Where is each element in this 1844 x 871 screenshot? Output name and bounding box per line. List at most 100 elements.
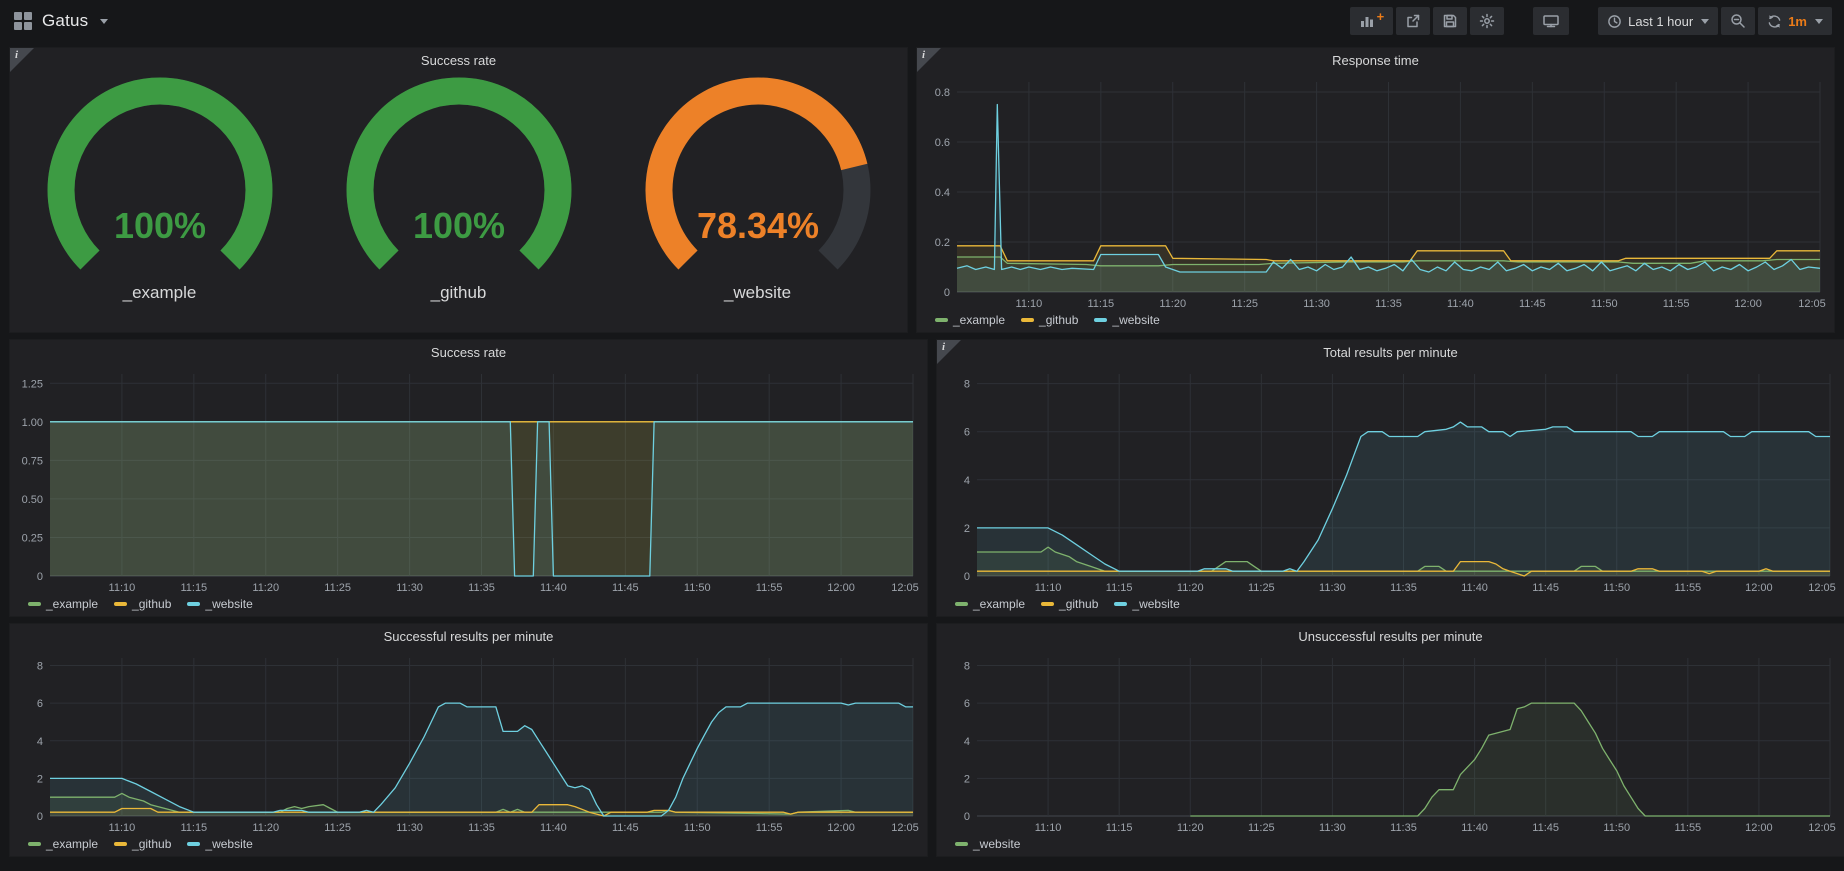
chart-legend: _website [941,834,1838,854]
plus-icon: + [1377,12,1385,22]
panel-info-icon[interactable] [10,48,34,72]
chart-legend: _example _github _website [921,310,1828,330]
svg-text:0.8: 0.8 [935,87,950,99]
legend-item-_website[interactable]: _website [187,837,252,851]
svg-text:6: 6 [37,698,43,710]
legend-label: _website [1112,313,1159,327]
gauge-website: 78.34% _website [632,76,884,303]
svg-text:0.50: 0.50 [22,494,43,506]
svg-text:12:00: 12:00 [1745,582,1773,594]
svg-text:11:25: 11:25 [324,582,351,594]
legend-item-_github[interactable]: _github [114,597,171,611]
gauge-value: 78.34% [696,205,818,246]
legend-label: _example [953,313,1005,327]
legend-label: _example [973,597,1025,611]
time-range-button[interactable]: Last 1 hour [1598,7,1718,35]
panel-info-icon[interactable] [917,48,941,72]
svg-text:11:50: 11:50 [1591,298,1618,310]
panel-title[interactable]: Success rate [10,340,927,366]
legend-item-_website[interactable]: _website [187,597,252,611]
panel-successful-results: Successful results per minute 0246811:10… [9,623,928,857]
legend-label: _github [1039,313,1078,327]
time-series-plot[interactable]: 0246811:1011:1511:2011:2511:3011:3511:40… [941,650,1838,836]
svg-text:11:55: 11:55 [1663,298,1690,310]
chart-legend: _example _github _website [941,594,1838,614]
svg-text:11:45: 11:45 [612,822,639,834]
caret-down-icon [1815,19,1823,24]
svg-text:11:30: 11:30 [396,822,423,834]
gauge-arc: 100% [333,76,585,281]
svg-text:11:35: 11:35 [1375,298,1402,310]
time-series-plot[interactable]: 00.20.40.60.811:1011:1511:2011:2511:3011… [921,74,1828,312]
svg-text:12:05: 12:05 [1808,822,1836,834]
svg-text:11:30: 11:30 [1319,582,1346,594]
svg-text:8: 8 [964,661,970,673]
svg-text:11:30: 11:30 [1319,822,1346,834]
legend-color-dash [28,842,41,846]
legend-item-_example[interactable]: _example [28,597,98,611]
dashboard-picker[interactable]: Gatus [14,11,108,31]
legend-color-dash [1021,318,1034,322]
legend-color-dash [1094,318,1107,322]
panel-title[interactable]: Success rate [10,48,907,74]
time-series-plot[interactable]: 0246811:1011:1511:2011:2511:3011:3511:40… [14,650,921,836]
legend-item-_github[interactable]: _github [1021,313,1078,327]
settings-button[interactable] [1470,7,1504,35]
legend-color-dash [935,318,948,322]
dashboard-title[interactable]: Gatus [42,11,88,31]
svg-text:4: 4 [964,736,970,748]
legend-item-_website[interactable]: _website [1114,597,1179,611]
svg-text:11:50: 11:50 [1603,822,1630,834]
gauge-example: 100% _example [34,76,286,303]
panel-title[interactable]: Successful results per minute [10,624,927,650]
svg-text:11:40: 11:40 [540,582,567,594]
panel-total-results: i Total results per minute 0246811:1011:… [936,339,1844,617]
svg-text:11:30: 11:30 [1303,298,1330,310]
panel-success-rate-gauges: i Success rate 100% _example 100% _githu… [9,47,908,333]
panel-title[interactable]: Unsuccessful results per minute [937,624,1844,650]
legend-item-_github[interactable]: _github [1041,597,1098,611]
svg-text:2: 2 [964,523,970,535]
svg-text:8: 8 [37,661,43,673]
tv-mode-button[interactable] [1533,7,1569,35]
legend-item-_website[interactable]: _website [1094,313,1159,327]
svg-text:11:45: 11:45 [1519,298,1546,310]
time-series-plot[interactable]: 00.250.500.751.001.2511:1011:1511:2011:2… [14,366,921,596]
dashboards-grid-icon[interactable] [14,12,32,30]
gauge-label: _example [123,283,197,303]
panel-title[interactable]: Total results per minute [937,340,1844,366]
legend-item-_example[interactable]: _example [28,837,98,851]
legend-color-dash [187,842,200,846]
legend-color-dash [1041,602,1054,606]
zoom-out-button[interactable] [1721,7,1755,35]
svg-text:11:40: 11:40 [1461,582,1488,594]
svg-text:4: 4 [964,475,970,487]
save-button[interactable] [1433,7,1467,35]
refresh-button[interactable]: 1m [1758,7,1832,35]
refresh-interval-label: 1m [1788,14,1807,29]
dashboard-grid: i Success rate 100% _example 100% _githu… [0,42,1844,862]
time-range-label: Last 1 hour [1628,14,1693,29]
panel-success-rate-ts: Success rate 00.250.500.751.001.2511:101… [9,339,928,617]
legend-label: _website [973,837,1020,851]
svg-text:11:40: 11:40 [540,822,567,834]
time-series-plot[interactable]: 0246811:1011:1511:2011:2511:3011:3511:40… [941,366,1838,596]
save-icon [1442,13,1458,29]
svg-text:12:00: 12:00 [1745,822,1773,834]
add-panel-button[interactable]: + [1350,7,1394,35]
legend-item-_github[interactable]: _github [114,837,171,851]
svg-text:11:10: 11:10 [109,822,136,834]
svg-text:11:35: 11:35 [1390,582,1417,594]
svg-text:12:05: 12:05 [1798,298,1826,310]
caret-down-icon [100,19,108,24]
svg-text:0: 0 [944,287,950,299]
svg-text:11:20: 11:20 [1177,582,1204,594]
legend-item-_website[interactable]: _website [955,837,1020,851]
gauge-canvas: 100% [34,76,286,276]
legend-item-_example[interactable]: _example [955,597,1025,611]
legend-item-_example[interactable]: _example [935,313,1005,327]
panel-info-icon[interactable] [937,340,961,364]
legend-label: _example [46,837,98,851]
panel-title[interactable]: Response time [917,48,1834,74]
share-button[interactable] [1396,7,1430,35]
